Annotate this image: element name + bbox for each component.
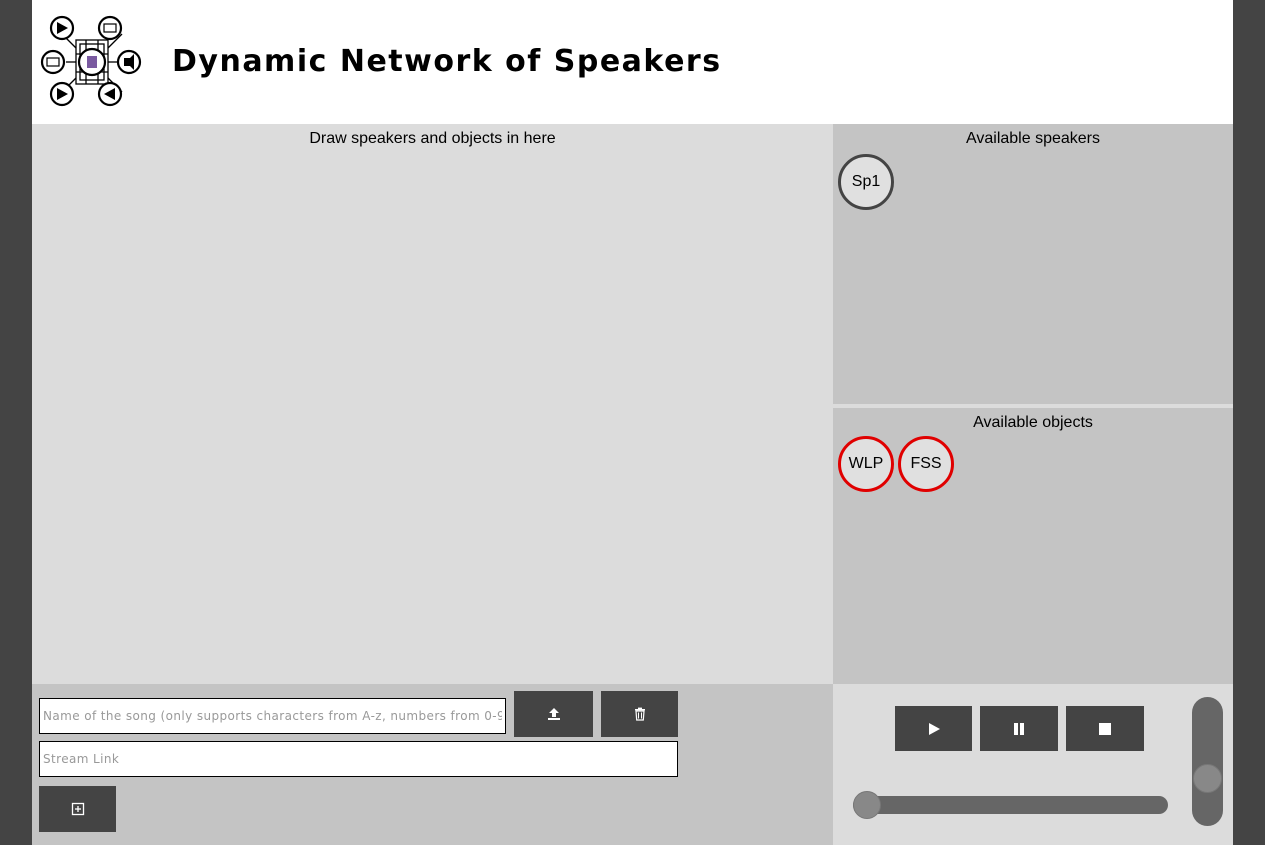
- app-logo: [40, 15, 142, 107]
- delete-song-button[interactable]: [601, 691, 678, 737]
- upload-button[interactable]: [514, 691, 593, 737]
- add-song-button[interactable]: [39, 786, 116, 832]
- object-token[interactable]: FSS: [898, 436, 954, 492]
- available-speakers-panel: Available speakers Sp1: [833, 124, 1233, 404]
- speakers-label: Available speakers: [965, 130, 1100, 147]
- songs-panel: [32, 684, 833, 845]
- speaker-token[interactable]: Sp1: [838, 154, 894, 210]
- trash-icon: [634, 707, 645, 721]
- page-title: Dynamic Network of Speakers: [172, 44, 722, 79]
- play-button[interactable]: [895, 706, 972, 751]
- objects-label: Available objects: [973, 414, 1093, 431]
- header: Dynamic Network of Speakers: [32, 0, 1233, 124]
- song-name-input[interactable]: [39, 698, 506, 734]
- pause-icon: [1014, 722, 1024, 735]
- object-token[interactable]: WLP: [838, 436, 894, 492]
- play-icon: [928, 722, 940, 735]
- stop-button[interactable]: [1066, 706, 1144, 751]
- progress-slider-handle[interactable]: [853, 791, 881, 819]
- app-container: Dynamic Network of Speakers Draw speaker…: [32, 0, 1233, 845]
- drawing-canvas[interactable]: Draw speakers and objects in here: [32, 124, 833, 684]
- upload-icon: [547, 708, 560, 720]
- available-objects-panel: Available objects WLP FSS: [833, 408, 1233, 684]
- stream-link-input[interactable]: [39, 741, 678, 777]
- plus-square-icon: [71, 802, 84, 816]
- volume-slider[interactable]: [1192, 697, 1223, 826]
- player-panel: [833, 684, 1233, 845]
- volume-slider-handle[interactable]: [1193, 764, 1222, 793]
- pause-button[interactable]: [980, 706, 1058, 751]
- stop-icon: [1099, 722, 1111, 735]
- progress-slider[interactable]: [853, 791, 1168, 819]
- canvas-label: Draw speakers and objects in here: [309, 130, 556, 147]
